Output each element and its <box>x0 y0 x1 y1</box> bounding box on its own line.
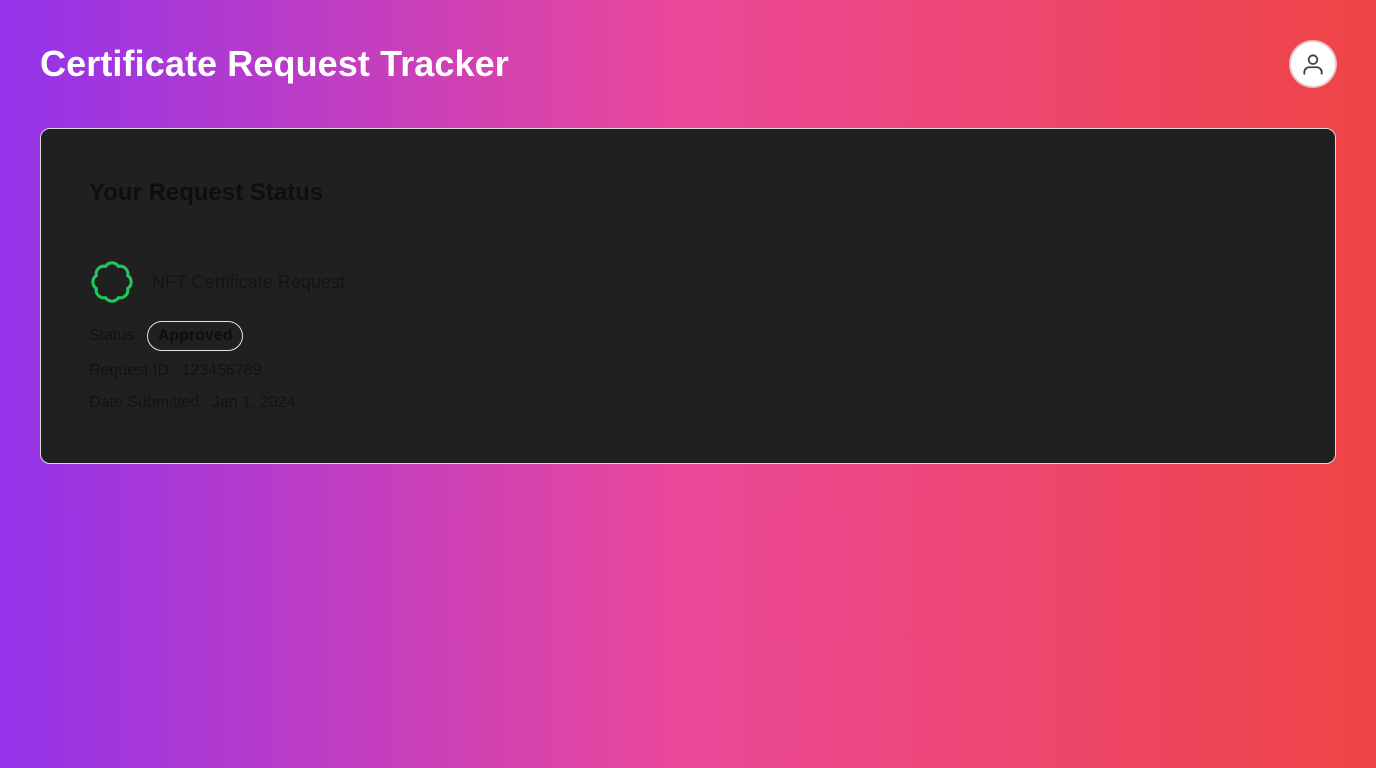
user-avatar-button[interactable] <box>1290 41 1336 87</box>
request-id-value: 123456789 <box>181 362 262 379</box>
request-status-card: Your Request Status NFT Certificate Requ… <box>40 128 1336 464</box>
user-icon <box>1303 54 1323 75</box>
request-id-label: Request ID: <box>89 362 174 379</box>
app-header: Certificate Request Tracker <box>40 40 1336 88</box>
status-badge: Approved <box>146 321 244 351</box>
date-submitted-label: Date Submitted: <box>89 394 204 411</box>
date-submitted-row: Date Submitted: Jan 1, 2024 <box>89 394 295 412</box>
page-title: Certificate Request Tracker <box>40 43 509 84</box>
status-label: Status: <box>89 327 139 344</box>
card-title: Your Request Status <box>89 179 324 206</box>
status-row: Status: Approved <box>89 321 244 351</box>
request-id-row: Request ID: 123456789 <box>89 362 262 380</box>
request-name: NFT Certificate Request <box>152 271 345 292</box>
badge-icon <box>89 259 135 305</box>
date-submitted-value: Jan 1, 2024 <box>211 394 296 411</box>
request-item: NFT Certificate Request <box>89 259 345 305</box>
